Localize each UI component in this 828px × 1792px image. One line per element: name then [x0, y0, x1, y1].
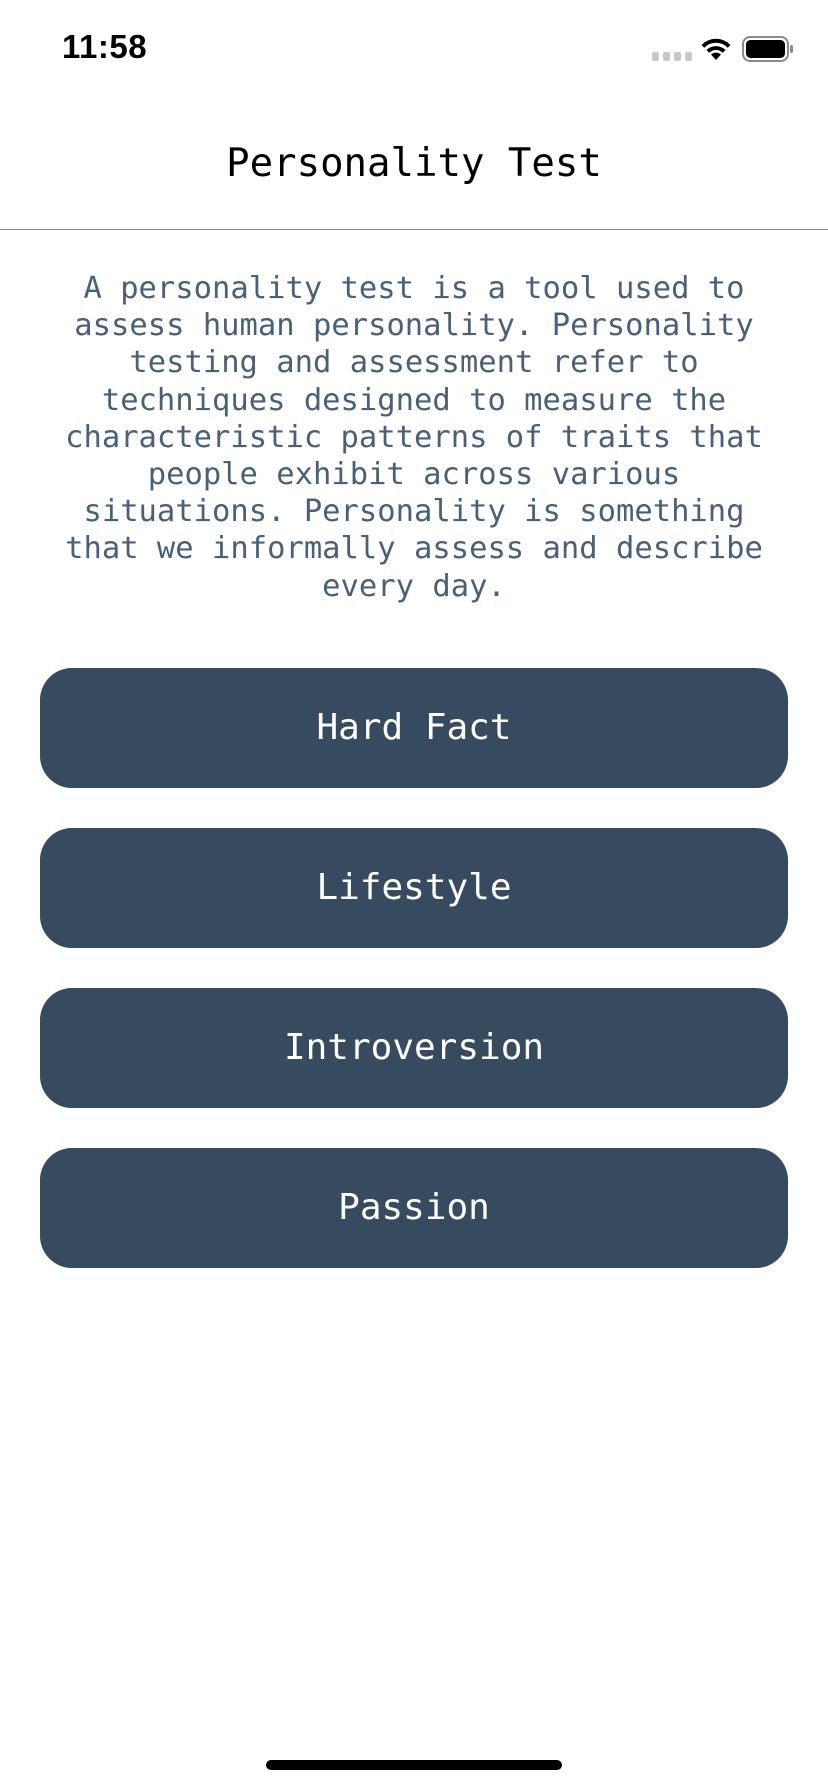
intro-description: A personality test is a tool used to ass…	[65, 271, 763, 604]
introversion-button[interactable]: Introversion	[40, 988, 788, 1108]
hard-fact-button[interactable]: Hard Fact	[40, 668, 788, 788]
category-button-list: Hard Fact Lifestyle Introversion Passion	[40, 668, 788, 1308]
battery-icon	[742, 36, 793, 62]
status-time: 11:58	[62, 28, 148, 65]
wifi-icon	[701, 38, 731, 60]
lifestyle-button[interactable]: Lifestyle	[40, 828, 788, 948]
cellular-signal-icon	[652, 52, 692, 61]
status-bar: 11:58	[0, 0, 828, 100]
passion-button[interactable]: Passion	[40, 1148, 788, 1268]
page-title: Personality Test	[226, 141, 602, 186]
home-indicator[interactable]	[266, 1760, 562, 1770]
